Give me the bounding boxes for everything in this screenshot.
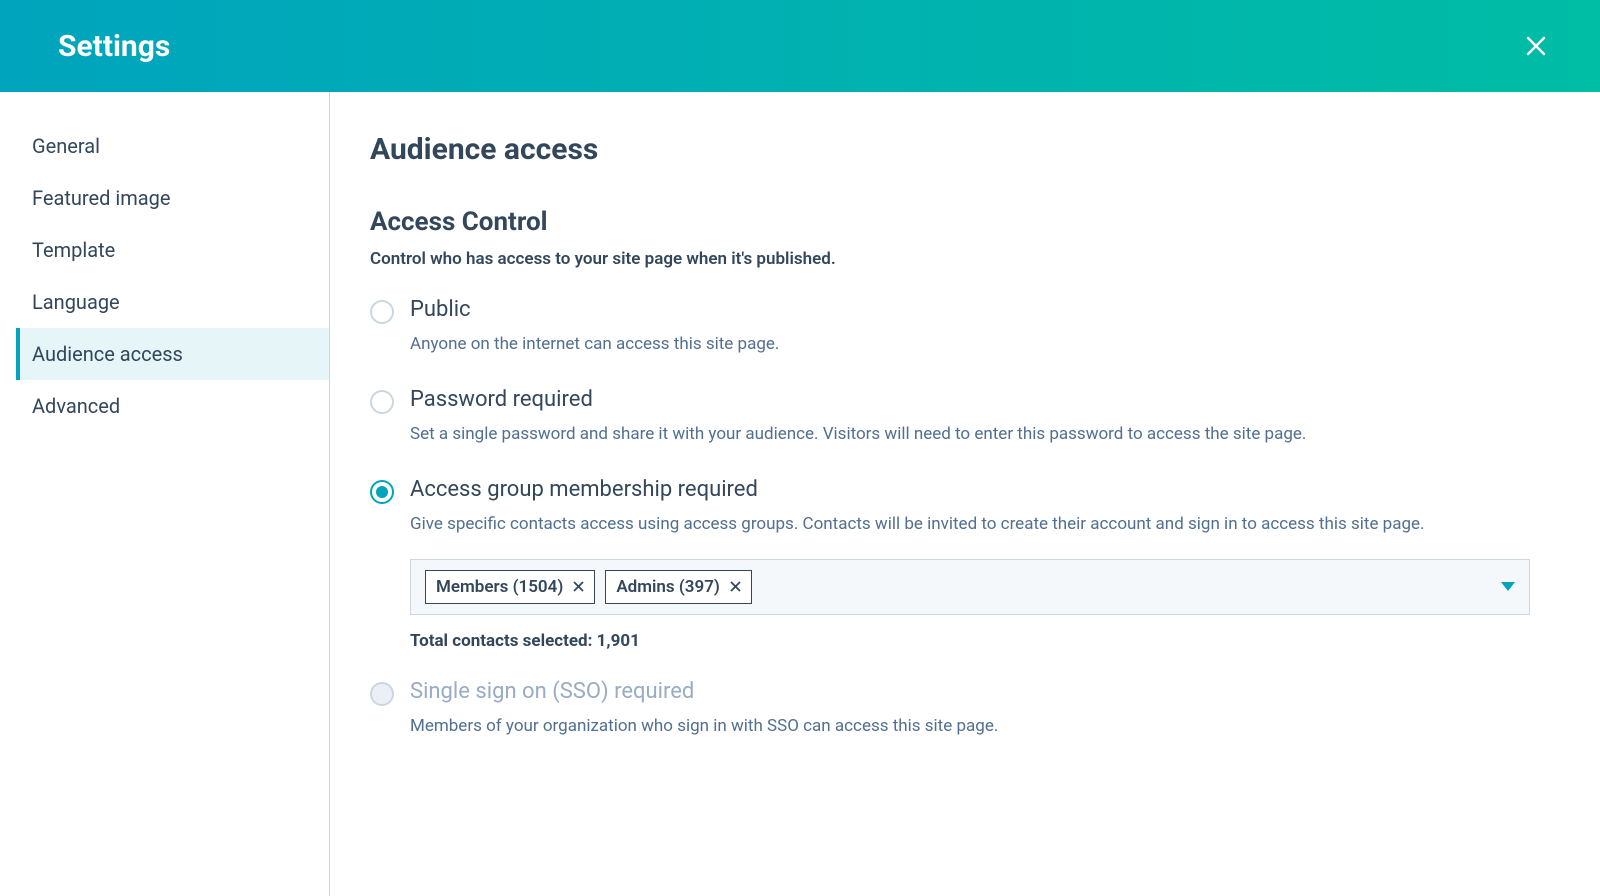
tag-remove-admins[interactable]	[730, 577, 741, 596]
tag-members: Members (1504)	[425, 570, 595, 604]
option-text: Public Anyone on the internet can access…	[410, 297, 1530, 359]
section-description: Control who has access to your site page…	[370, 249, 1530, 269]
option-label-public: Public	[410, 297, 1530, 322]
option-desc-password: Set a single password and share it with …	[410, 420, 1530, 449]
tag-label: Admins (397)	[616, 577, 720, 597]
access-group-select[interactable]: Members (1504) Admins (397)	[410, 559, 1530, 615]
main-content: Audience access Access Control Control w…	[330, 92, 1600, 896]
close-icon	[573, 581, 584, 592]
radio-password[interactable]	[370, 390, 394, 414]
sidebar-item-template[interactable]: Template	[16, 224, 329, 276]
option-desc-access-group: Give specific contacts access using acce…	[410, 510, 1530, 539]
tag-label: Members (1504)	[436, 577, 563, 597]
sidebar-item-featured-image[interactable]: Featured image	[16, 172, 329, 224]
tag-remove-members[interactable]	[573, 577, 584, 596]
chevron-down-icon	[1501, 577, 1515, 596]
option-label-password: Password required	[410, 387, 1530, 412]
header-title: Settings	[58, 29, 170, 64]
page-title: Audience access	[370, 132, 1530, 167]
radio-sso	[370, 682, 394, 706]
sidebar-item-general[interactable]: General	[16, 120, 329, 172]
close-icon	[1525, 35, 1547, 57]
option-text: Password required Set a single password …	[410, 387, 1530, 449]
settings-header: Settings	[0, 0, 1600, 92]
close-icon	[730, 581, 741, 592]
sidebar: General Featured image Template Language…	[0, 92, 330, 896]
option-password: Password required Set a single password …	[370, 387, 1530, 449]
settings-body: General Featured image Template Language…	[0, 92, 1600, 896]
radio-public[interactable]	[370, 300, 394, 324]
option-text: Single sign on (SSO) required Members of…	[410, 679, 1530, 741]
option-sso: Single sign on (SSO) required Members of…	[370, 679, 1530, 741]
option-label-access-group: Access group membership required	[410, 477, 1530, 502]
sidebar-item-audience-access[interactable]: Audience access	[16, 328, 329, 380]
sidebar-item-advanced[interactable]: Advanced	[16, 380, 329, 432]
total-contacts-label: Total contacts selected: 1,901	[410, 631, 1530, 651]
option-public: Public Anyone on the internet can access…	[370, 297, 1530, 359]
section-title: Access Control	[370, 207, 1530, 237]
option-access-group: Access group membership required Give sp…	[370, 477, 1530, 651]
option-desc-public: Anyone on the internet can access this s…	[410, 330, 1530, 359]
close-button[interactable]	[1520, 30, 1552, 62]
option-text: Access group membership required Give sp…	[410, 477, 1530, 651]
option-desc-sso: Members of your organization who sign in…	[410, 712, 1530, 741]
radio-access-group[interactable]	[370, 480, 394, 504]
tag-admins: Admins (397)	[605, 570, 752, 604]
option-label-sso: Single sign on (SSO) required	[410, 679, 1530, 704]
sidebar-item-language[interactable]: Language	[16, 276, 329, 328]
